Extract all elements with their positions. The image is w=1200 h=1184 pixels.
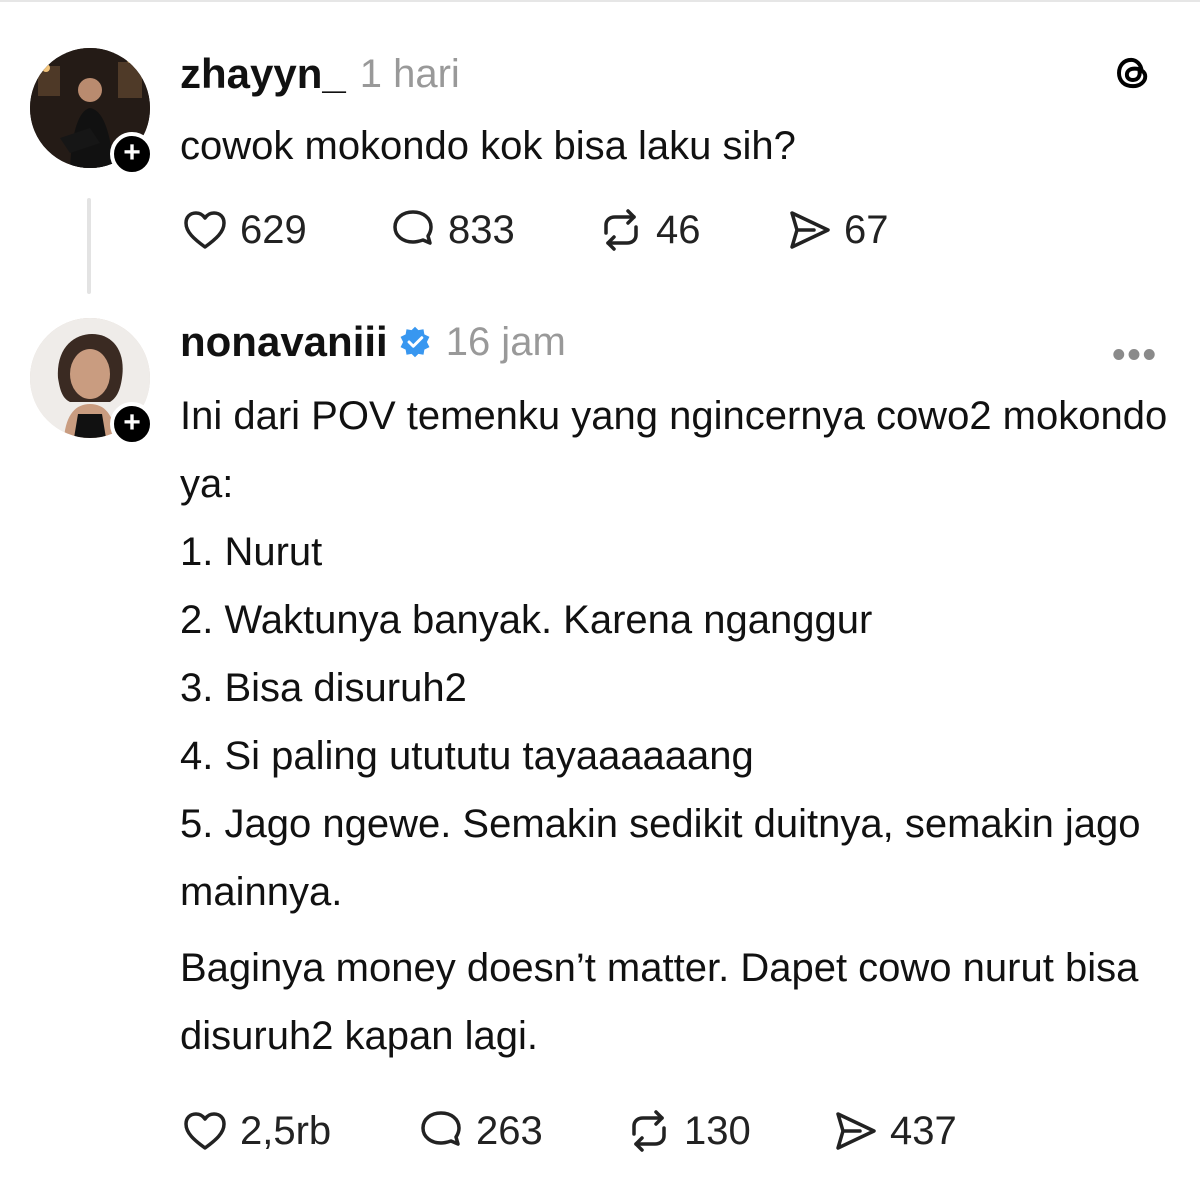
repost-icon: [604, 209, 638, 251]
repost-button[interactable]: 46: [596, 205, 784, 255]
post-zhayyn: + zhayyn_ 1 hari cowok mokondo kok bisa …: [0, 0, 1200, 300]
timestamp[interactable]: 1 hari: [360, 52, 460, 97]
post-closing: Baginya money doesn’t matter. Dapet cowo…: [180, 946, 1139, 1058]
repost-count: 46: [656, 207, 701, 252]
share-count: 67: [844, 207, 889, 252]
username[interactable]: nonavaniii: [180, 318, 388, 366]
timestamp[interactable]: 16 jam: [446, 320, 566, 365]
repost-icon: [632, 1110, 666, 1152]
like-count: 629: [240, 207, 307, 252]
share-count: 437: [890, 1108, 957, 1153]
share-button[interactable]: 67: [784, 205, 889, 255]
more-options-button[interactable]: •••: [1112, 334, 1158, 377]
post-line: 4. Si paling utututu tayaaaaaang: [180, 734, 754, 778]
threads-logo-icon[interactable]: [1112, 52, 1154, 94]
share-icon: [790, 211, 830, 249]
like-count: 2,5rb: [240, 1108, 332, 1153]
post-line: Ini dari POV temenku yang ngincernya cow…: [180, 394, 1168, 506]
comment-icon: [421, 1111, 461, 1146]
share-icon: [836, 1112, 876, 1150]
username[interactable]: zhayyn_: [180, 50, 346, 98]
reply-button[interactable]: 833: [388, 205, 596, 255]
follow-button[interactable]: +: [110, 402, 154, 446]
follow-button[interactable]: +: [110, 132, 154, 176]
comment-icon: [393, 210, 433, 245]
post-text: Ini dari POV temenku yang ngincernya cow…: [180, 382, 1170, 1070]
post-header: nonavaniii 16 jam: [180, 316, 566, 368]
like-button[interactable]: 2,5rb: [180, 1106, 416, 1156]
post-line: 1. Nurut: [180, 530, 323, 574]
share-button[interactable]: 437: [830, 1106, 957, 1156]
post-line: 5. Jago ngewe. Semakin sedikit duitnya, …: [180, 802, 1141, 914]
post-line: 2. Waktunya banyak. Karena nganggur: [180, 598, 873, 642]
verified-badge-icon: [400, 326, 430, 358]
reply-count: 263: [476, 1108, 543, 1153]
post-text: cowok mokondo kok bisa laku sih?: [180, 118, 1170, 174]
reply-button[interactable]: 263: [416, 1106, 624, 1156]
like-button[interactable]: 629: [180, 205, 388, 255]
post-nonavaniii: + nonavaniii 16 jam ••• Ini dari POV tem…: [0, 300, 1200, 1184]
reply-count: 833: [448, 207, 515, 252]
post-header: zhayyn_ 1 hari: [180, 48, 460, 100]
heart-icon: [184, 211, 226, 249]
action-bar: 629 833 46 67: [180, 205, 889, 255]
repost-count: 130: [684, 1108, 751, 1153]
post-body: cowok mokondo kok bisa laku sih?: [180, 124, 796, 168]
repost-button[interactable]: 130: [624, 1106, 830, 1156]
post-line: 3. Bisa disuruh2: [180, 666, 467, 710]
thread-connector-line: [87, 198, 91, 294]
action-bar: 2,5rb 263 130 437: [180, 1106, 957, 1156]
heart-icon: [184, 1112, 226, 1150]
